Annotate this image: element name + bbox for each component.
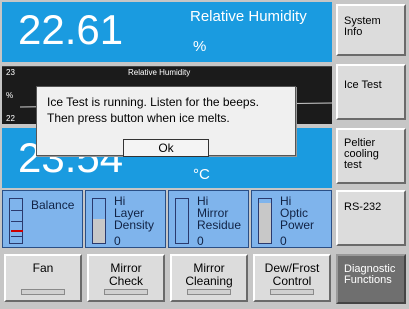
layer-density-label-2: Density: [114, 218, 155, 232]
dew-frost-label-2: Control: [272, 274, 312, 288]
balance-marker: [11, 230, 23, 232]
balance-tick: [11, 236, 23, 237]
mirror-check-label-2: Check: [108, 274, 143, 288]
fan-button-label: Fan: [32, 261, 54, 275]
humidity-title: Relative Humidity: [190, 8, 307, 25]
mirror-residue-label-2: Residue: [197, 218, 242, 232]
balance-tick: [11, 221, 23, 222]
graph-min-label: 22: [6, 114, 15, 123]
ice-test-dialog: Ice Test is running. Listen for the beep…: [36, 86, 296, 157]
fan-button[interactable]: Fan: [4, 254, 82, 302]
system-info-label-2: Info: [344, 26, 363, 38]
rs232-label: RS-232: [344, 201, 382, 213]
optic-power-indicator: Hi Optic Power 0: [251, 190, 332, 248]
mirror-residue-reading: 0: [197, 234, 204, 248]
peltier-label-3: test: [344, 159, 362, 171]
mirror-cleaning-label-2: Cleaning: [185, 274, 233, 288]
balance-gauge: [9, 198, 23, 244]
layer-density-gauge: [92, 198, 106, 244]
system-info-button[interactable]: System Info: [336, 4, 406, 56]
mirror-residue-gauge: [175, 198, 189, 244]
diagnostic-label-2: Functions: [344, 274, 392, 286]
optic-power-fill: [259, 203, 271, 243]
dialog-message-line-1: Ice Test is running. Listen for the beep…: [47, 95, 259, 109]
layer-density-reading: 0: [114, 234, 121, 248]
optic-power-label-2: Power: [280, 218, 315, 232]
dew-frost-status-led: [270, 289, 314, 295]
rs232-button[interactable]: RS-232: [336, 190, 406, 246]
dialog-message-line-2: Then press button when ice melts.: [47, 111, 230, 125]
mirror-check-button[interactable]: Mirror Check: [87, 254, 165, 302]
graph-title: Relative Humidity: [128, 68, 191, 77]
balance-tick: [11, 210, 23, 211]
layer-density-fill: [93, 218, 105, 243]
humidity-value: 22.61: [18, 6, 124, 53]
temperature-unit: °C: [193, 166, 210, 183]
fan-status-led: [21, 289, 65, 295]
ok-button[interactable]: Ok: [123, 139, 209, 157]
optic-power-gauge: [258, 198, 272, 244]
mirror-cleaning-button[interactable]: Mirror Cleaning: [170, 254, 248, 302]
optic-power-reading: 0: [280, 234, 287, 248]
humidity-unit: %: [193, 38, 207, 55]
ice-test-label: Ice Test: [344, 79, 382, 91]
diagnostic-functions-button[interactable]: Diagnostic Functions: [336, 254, 406, 304]
layer-density-indicator: Hi Layer Density 0: [85, 190, 166, 248]
graph-unit-label: %: [6, 91, 14, 100]
graph-max-label: 23: [6, 68, 15, 77]
mirror-cleaning-status-led: [187, 289, 231, 295]
dew-frost-control-button[interactable]: Dew/Frost Control: [253, 254, 331, 302]
ice-test-button[interactable]: Ice Test: [336, 64, 406, 120]
mirror-check-status-led: [104, 289, 148, 295]
balance-label: Balance: [31, 198, 75, 212]
mirror-residue-indicator: Hi Mirror Residue 0: [168, 190, 249, 248]
balance-indicator: Balance: [2, 190, 83, 248]
peltier-cooling-test-button[interactable]: Peltier cooling test: [336, 128, 406, 184]
